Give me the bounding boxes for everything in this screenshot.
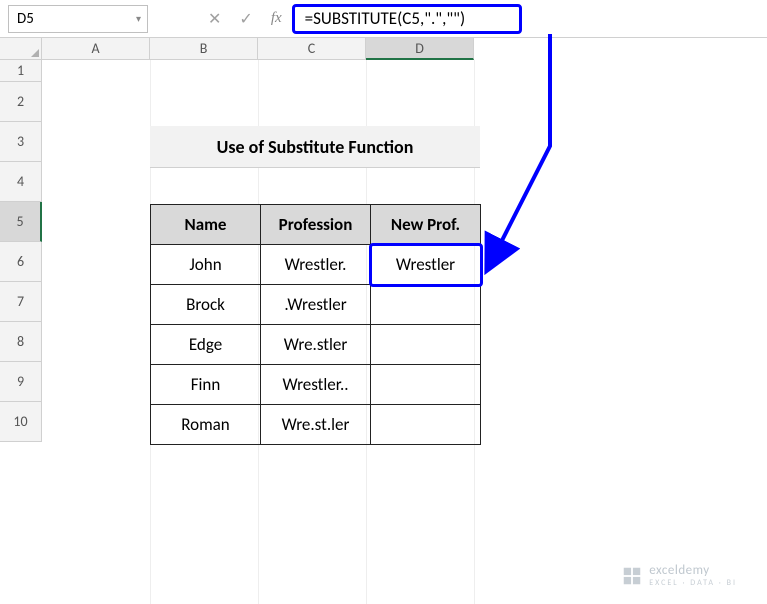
cell-name[interactable]: Brock — [151, 285, 261, 325]
page-title: Use of Substitute Function — [150, 126, 480, 168]
row-header-6[interactable]: 6 — [0, 242, 42, 282]
formula-text: =SUBSTITUTE(C5,".","") — [305, 8, 466, 29]
cell-profession[interactable]: .Wrestler — [261, 285, 371, 325]
row-header-5[interactable]: 5 — [0, 202, 42, 242]
header-name[interactable]: Name — [151, 205, 261, 245]
confirm-icon[interactable]: ✓ — [239, 9, 252, 29]
table-row: Finn Wrestler.. — [151, 365, 481, 405]
row-header-10[interactable]: 10 — [0, 402, 42, 442]
col-header-a[interactable]: A — [42, 38, 150, 60]
row-header-7[interactable]: 7 — [0, 282, 42, 322]
row-header-1[interactable]: 1 — [0, 60, 42, 82]
fx-icon[interactable]: fx — [271, 10, 282, 27]
table-row: Brock .Wrestler — [151, 285, 481, 325]
cell-newprof[interactable] — [371, 365, 481, 405]
formula-controls: ✕ ✓ — [208, 9, 253, 29]
row-header-9[interactable]: 9 — [0, 362, 42, 402]
cell-profession[interactable]: Wrestler.. — [261, 365, 371, 405]
watermark-icon — [621, 565, 643, 587]
row-header-2[interactable]: 2 — [0, 82, 42, 122]
name-box-value: D5 — [17, 10, 34, 28]
cell-name[interactable]: Edge — [151, 325, 261, 365]
select-all-corner[interactable] — [0, 38, 42, 60]
data-table: Name Profession New Prof. John Wrestler.… — [150, 204, 481, 445]
header-profession[interactable]: Profession — [261, 205, 371, 245]
cell-newprof[interactable] — [371, 325, 481, 365]
header-newprof[interactable]: New Prof. — [371, 205, 481, 245]
title-text: Use of Substitute Function — [217, 136, 414, 158]
name-box[interactable]: D5 — [8, 5, 148, 33]
formula-bar: D5 ✕ ✓ fx =SUBSTITUTE(C5,".","") — [0, 0, 767, 38]
formula-input[interactable]: =SUBSTITUTE(C5,".","") — [292, 4, 522, 34]
cell-newprof-active[interactable]: Wrestler — [371, 245, 481, 285]
row-header-3[interactable]: 3 — [0, 122, 42, 162]
column-headers: A B C D — [0, 38, 767, 60]
col-header-d[interactable]: D — [366, 38, 474, 60]
cancel-icon[interactable]: ✕ — [208, 9, 221, 29]
watermark: exceldemy EXCEL · DATA · BI — [621, 563, 737, 588]
cell-name[interactable]: John — [151, 245, 261, 285]
table-row: John Wrestler. Wrestler — [151, 245, 481, 285]
cell-profession[interactable]: Wre.st.ler — [261, 405, 371, 445]
cell-profession[interactable]: Wrestler. — [261, 245, 371, 285]
watermark-tagline: EXCEL · DATA · BI — [649, 578, 737, 588]
table-header-row: Name Profession New Prof. — [151, 205, 481, 245]
cell-newprof[interactable] — [371, 405, 481, 445]
table-row: Edge Wre.stler — [151, 325, 481, 365]
col-header-c[interactable]: C — [258, 38, 366, 60]
cell-newprof[interactable] — [371, 285, 481, 325]
table-row: Roman Wre.st.ler — [151, 405, 481, 445]
cell-name[interactable]: Finn — [151, 365, 261, 405]
col-header-b[interactable]: B — [150, 38, 258, 60]
row-header-4[interactable]: 4 — [0, 162, 42, 202]
row-header-8[interactable]: 8 — [0, 322, 42, 362]
cell-profession[interactable]: Wre.stler — [261, 325, 371, 365]
watermark-brand: exceldemy — [649, 563, 709, 578]
cell-name[interactable]: Roman — [151, 405, 261, 445]
